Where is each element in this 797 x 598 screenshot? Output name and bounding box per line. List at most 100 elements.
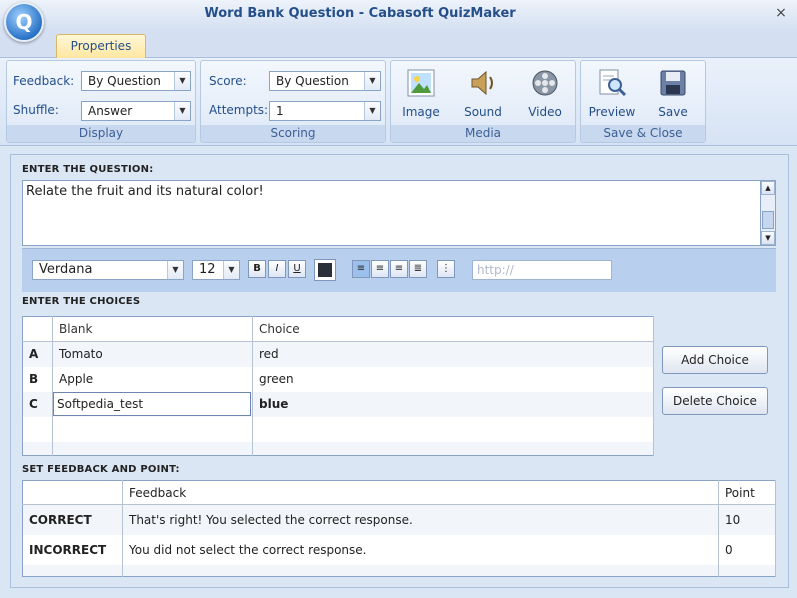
sound-button-label: Sound: [464, 105, 502, 119]
table-row[interactable]: B Apple green: [22, 366, 654, 392]
feedback-text-cell[interactable]: You did not select the correct response.: [122, 534, 719, 565]
tab-properties[interactable]: Properties: [56, 34, 146, 58]
row-letter: A: [22, 341, 53, 367]
table-row[interactable]: CORRECT That's right! You selected the c…: [22, 504, 776, 535]
point-cell[interactable]: 0: [718, 534, 776, 565]
table-row[interactable]: A Tomato red: [22, 341, 654, 367]
blank-edit-input[interactable]: Softpedia_test: [53, 392, 251, 416]
close-button[interactable]: ×: [772, 5, 790, 23]
align-right-icon: ≡: [394, 263, 404, 274]
table-row[interactable]: C Softpedia_test blue: [22, 391, 654, 417]
letter-column-header: [22, 316, 53, 342]
attempts-label: Attempts:: [209, 103, 269, 117]
bullet-list-icon: ⋮: [441, 263, 451, 274]
feedback-kind: CORRECT: [22, 504, 123, 535]
align-center-icon: ≡: [375, 263, 385, 274]
question-text-area[interactable]: Relate the fruit and its natural color!: [22, 180, 762, 246]
bold-button[interactable]: B: [248, 260, 266, 278]
feedback-label: Feedback:: [13, 74, 75, 88]
score-label: Score:: [209, 74, 247, 88]
table-header-row: Blank Choice: [22, 316, 654, 342]
justify-icon: ≣: [413, 263, 423, 274]
video-button[interactable]: Video: [517, 65, 573, 127]
feedback-table: Feedback Point CORRECT That's right! You…: [22, 480, 776, 577]
font-select[interactable]: Verdana ▼: [32, 260, 184, 280]
question-section-title: ENTER THE QUESTION:: [22, 164, 154, 175]
justify-button[interactable]: ≣: [409, 260, 427, 278]
kind-column-header: [22, 480, 123, 505]
attempts-select-value: 1: [276, 104, 284, 118]
image-button[interactable]: Image: [393, 65, 449, 127]
scoring-group: Score: By Question ▼ Attempts: 1 ▼ Scoring: [200, 60, 386, 143]
chevron-down-icon: ▼: [364, 102, 380, 120]
media-group: Image Sound Video Media: [390, 60, 576, 143]
feedback-text-cell[interactable]: That's right! You selected the correct r…: [122, 504, 719, 535]
feedback-select-value: By Question: [88, 74, 161, 88]
save-button-label: Save: [658, 105, 688, 119]
color-swatch-icon: [318, 263, 332, 277]
blank-cell-editing[interactable]: Softpedia_test: [52, 391, 253, 417]
question-scrollbar[interactable]: ▲ ▼: [760, 180, 776, 246]
save-close-group-label: Save & Close: [581, 125, 705, 142]
point-column-header: Point: [718, 480, 776, 505]
point-cell[interactable]: 10: [718, 504, 776, 535]
save-button[interactable]: Save: [645, 65, 701, 127]
choice-cell[interactable]: blue: [252, 391, 654, 417]
scroll-down-icon[interactable]: ▼: [761, 231, 775, 245]
image-icon: [407, 69, 435, 97]
chevron-down-icon: ▼: [223, 261, 239, 279]
bullet-list-button[interactable]: ⋮: [437, 260, 455, 278]
font-select-value: Verdana: [39, 262, 93, 277]
window-title: Word Bank Question - Cabasoft QuizMaker: [204, 6, 516, 21]
video-button-label: Video: [528, 105, 562, 119]
chevron-down-icon: ▼: [167, 261, 183, 279]
scoring-group-label: Scoring: [201, 125, 385, 142]
floppy-disk-icon: [660, 70, 686, 96]
save-close-group: Preview Save Save & Close: [580, 60, 706, 143]
blank-cell[interactable]: Apple: [52, 366, 253, 392]
italic-button[interactable]: I: [268, 260, 286, 278]
display-group: Feedback: By Question ▼ Shuffle: Answer ▼ …: [6, 60, 196, 143]
underline-button[interactable]: U: [288, 260, 306, 278]
text-color-button[interactable]: [314, 259, 336, 281]
attempts-select[interactable]: 1 ▼: [269, 101, 381, 121]
blank-cell[interactable]: Tomato: [52, 341, 253, 367]
preview-button-label: Preview: [588, 105, 636, 119]
table-row[interactable]: INCORRECT You did not select the correct…: [22, 534, 776, 565]
speaker-icon: [471, 70, 493, 96]
image-button-label: Image: [402, 105, 440, 119]
shuffle-select[interactable]: Answer ▼: [81, 101, 191, 121]
font-size-select[interactable]: 12 ▼: [192, 260, 240, 280]
app-menu-orb[interactable]: Q: [4, 2, 44, 42]
font-size-select-value: 12: [199, 262, 216, 277]
choice-cell[interactable]: green: [252, 366, 654, 392]
choice-cell[interactable]: red: [252, 341, 654, 367]
empty-row[interactable]: [22, 441, 654, 456]
delete-choice-button[interactable]: Delete Choice: [662, 387, 768, 415]
feedback-kind: INCORRECT: [22, 534, 123, 565]
align-right-button[interactable]: ≡: [390, 260, 408, 278]
add-choice-button[interactable]: Add Choice: [662, 346, 768, 374]
url-input[interactable]: http://: [472, 260, 612, 280]
scroll-thumb[interactable]: [762, 211, 774, 229]
feedback-column-header: Feedback: [122, 480, 719, 505]
sound-button[interactable]: Sound: [455, 65, 511, 127]
align-center-button[interactable]: ≡: [371, 260, 389, 278]
display-group-label: Display: [7, 125, 195, 142]
chevron-down-icon: ▼: [174, 102, 190, 120]
score-select[interactable]: By Question ▼: [269, 71, 381, 91]
choices-section-title: ENTER THE CHOICES: [22, 296, 141, 307]
chevron-down-icon: ▼: [174, 72, 190, 90]
row-letter: B: [22, 366, 53, 392]
scroll-up-icon[interactable]: ▲: [761, 181, 775, 195]
feedback-select[interactable]: By Question ▼: [81, 71, 191, 91]
empty-row: [22, 564, 776, 577]
blank-column-header: Blank: [52, 316, 253, 342]
empty-row[interactable]: [22, 416, 654, 442]
preview-button[interactable]: Preview: [584, 65, 640, 127]
align-left-icon: ≡: [356, 263, 366, 274]
shuffle-select-value: Answer: [88, 104, 133, 118]
app-orb-letter: Q: [15, 10, 33, 34]
align-left-button[interactable]: ≡: [352, 260, 370, 278]
choices-table: Blank Choice A Tomato red B Apple green …: [22, 316, 654, 456]
